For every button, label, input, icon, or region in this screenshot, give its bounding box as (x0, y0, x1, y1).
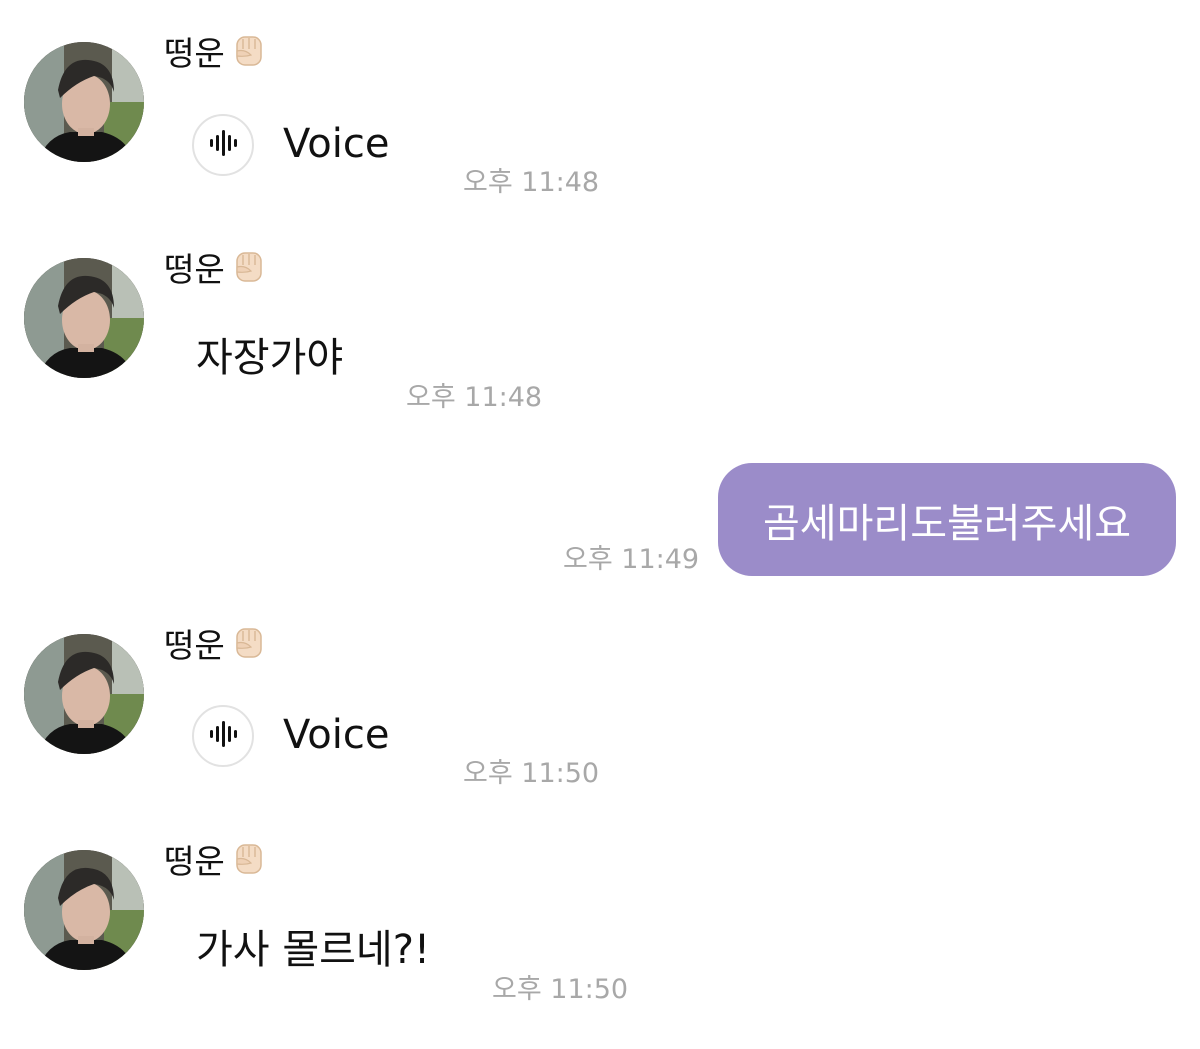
timestamp: 오후 11:50 (463, 758, 600, 789)
sender-name: 떵운 (164, 836, 269, 882)
voice-wave-icon (208, 719, 238, 753)
avatar[interactable] (24, 42, 144, 162)
message-text: 곰세마리도불러주세요 (763, 500, 1131, 547)
fist-emoji-icon (229, 839, 269, 879)
voice-play-button[interactable] (192, 705, 254, 767)
voice-label[interactable]: Voice (283, 709, 389, 761)
voice-label[interactable]: Voice (283, 118, 389, 170)
sender-label: 떵운 (164, 34, 225, 73)
avatar[interactable] (24, 850, 144, 970)
timestamp: 오후 11:49 (563, 544, 700, 575)
timestamp: 오후 11:48 (406, 382, 543, 413)
avatar[interactable] (24, 258, 144, 378)
fist-emoji-icon (229, 247, 269, 287)
sender-label: 떵운 (164, 250, 225, 289)
sender-name: 떵운 (164, 620, 269, 666)
timestamp: 오후 11:48 (463, 167, 600, 198)
sender-label: 떵운 (164, 626, 225, 665)
outgoing-bubble[interactable]: 곰세마리도불러주세요 (718, 463, 1176, 576)
message-text[interactable]: 자장가야 (196, 332, 343, 384)
sender-name: 떵운 (164, 28, 269, 74)
avatar[interactable] (24, 634, 144, 754)
sender-label: 떵운 (164, 842, 225, 881)
fist-emoji-icon (229, 623, 269, 663)
voice-wave-icon (208, 128, 238, 162)
message-text[interactable]: 가사 몰르네?! (196, 924, 430, 976)
fist-emoji-icon (229, 31, 269, 71)
voice-play-button[interactable] (192, 114, 254, 176)
sender-name: 떵운 (164, 244, 269, 290)
timestamp: 오후 11:50 (492, 974, 629, 1005)
